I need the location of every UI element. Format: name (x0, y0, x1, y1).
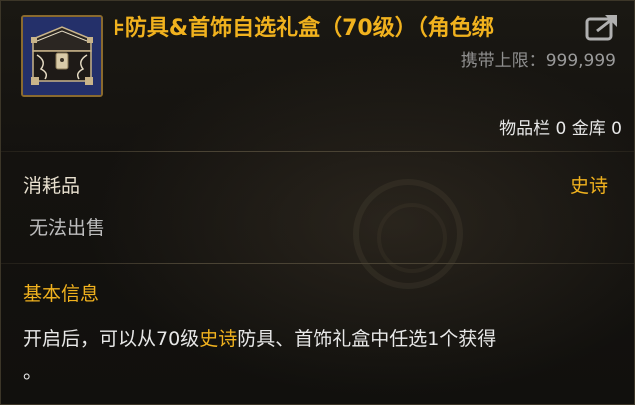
sell-status: 无法出售 (29, 217, 106, 239)
description-text-3: 。 (23, 361, 43, 383)
description-highlight: 史诗 (199, 328, 238, 350)
item-rarity: 史诗 (569, 175, 608, 197)
item-description: 开启后，可以从70级史诗防具、首饰礼盒中任选1个获得。 (23, 323, 613, 389)
carry-limit-value: 999,999 (545, 51, 616, 71)
item-category: 消耗品 (23, 175, 81, 197)
item-title: ⊧防具&首饰自选礼盒（70级）（角色绑 (113, 16, 494, 41)
header-divider (1, 151, 634, 152)
carry-limit-label: 携带上限： (460, 51, 546, 71)
description-text: 开启后，可以从70级 (23, 328, 200, 350)
description-text-2: 防具、首饰礼盒中任选1个获得 (237, 328, 497, 350)
storage-count: 物品栏 0 金库 0 (499, 119, 622, 139)
basic-info-title: 基本信息 (23, 283, 100, 305)
section-divider (1, 263, 634, 264)
item-tooltip: ⊧防具&首饰自选礼盒（70级）（角色绑 携带上限：999,999 物品栏 0 金… (0, 0, 635, 405)
carry-limit: 携带上限：999,999 (461, 49, 616, 73)
treasure-chest-icon (21, 15, 103, 97)
share-icon[interactable] (585, 13, 619, 41)
tooltip-header: ⊧防具&首饰自选礼盒（70级）（角色绑 携带上限：999,999 物品栏 0 金… (1, 1, 634, 151)
watermark-emblem (353, 179, 463, 289)
